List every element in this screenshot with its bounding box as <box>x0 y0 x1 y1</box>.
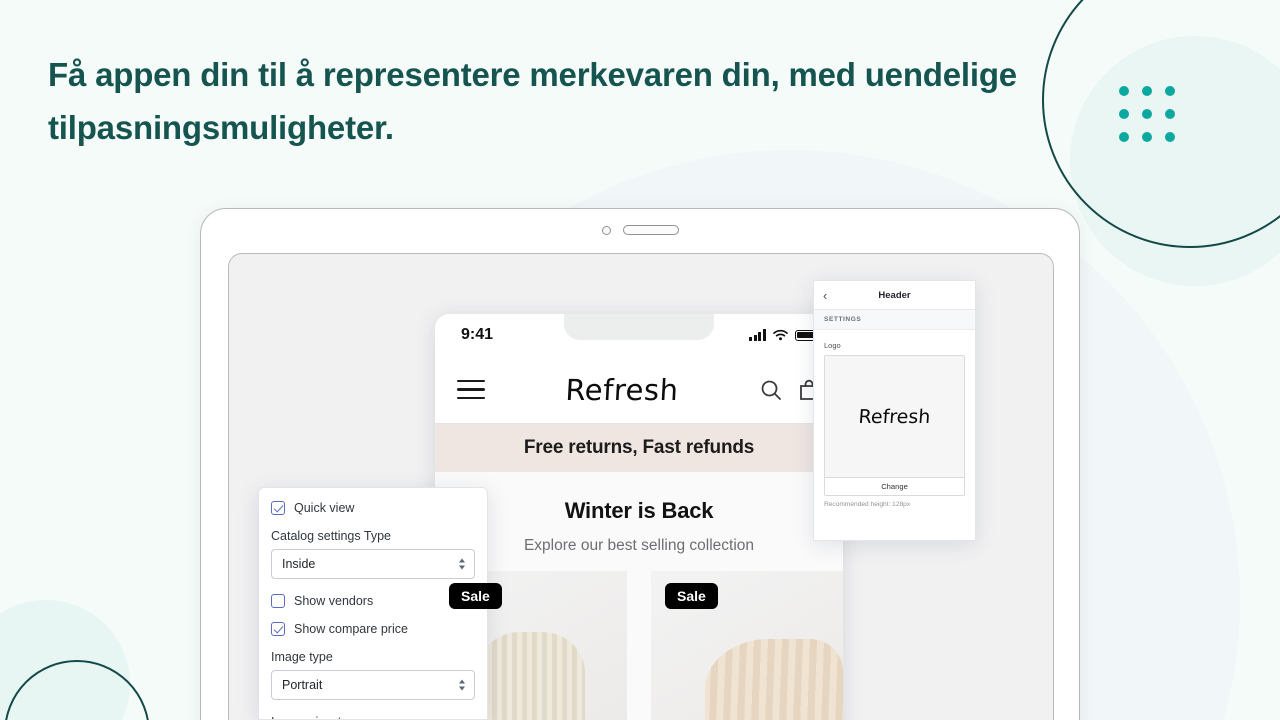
header-panel-body: Logo Refresh Change Recommended height: … <box>814 330 975 508</box>
logo-field-label: Logo <box>824 341 841 350</box>
header-icon-group <box>759 378 821 402</box>
product-grid: Sale Sale <box>435 571 843 720</box>
catalog-settings-type-value: Inside <box>282 557 316 571</box>
phone-preview: 9:41 Refresh Free returns, Fast refunds … <box>435 314 843 720</box>
hero-title: Winter is Back <box>564 498 714 523</box>
setting-row-show-compare-price[interactable]: Show compare price <box>271 622 475 636</box>
hamburger-menu-icon[interactable] <box>457 380 485 399</box>
storefront-header: Refresh <box>435 356 843 424</box>
show-vendors-label: Show vendors <box>294 594 374 608</box>
dot-grid-icon <box>1119 86 1175 142</box>
setting-row-show-vendors[interactable]: Show vendors <box>271 594 475 608</box>
change-logo-button[interactable]: Change <box>825 477 964 495</box>
store-brand-logo: Refresh <box>564 372 680 407</box>
stepper-arrows-icon[interactable] <box>459 679 465 691</box>
search-icon[interactable] <box>759 378 783 402</box>
page-headline: Få appen din til å representere merkevar… <box>48 56 1017 147</box>
stepper-arrows-icon[interactable] <box>459 558 465 570</box>
settings-section-label: SETTINGS <box>814 310 975 330</box>
image-view-type-label: Image view type <box>271 715 475 719</box>
catalog-settings-type-select[interactable]: Inside <box>271 549 475 579</box>
decorative-circle-outline-top-right <box>1042 0 1280 248</box>
signal-icon <box>749 329 766 341</box>
header-settings-panel: ‹ Header SETTINGS Logo Refresh Change Re… <box>813 280 976 541</box>
logo-height-hint: Recommended height: 128px <box>824 501 911 508</box>
sale-badge: Sale <box>449 583 502 609</box>
promo-announcement-bar: Free returns, Fast refunds <box>435 424 843 472</box>
status-icon-group <box>749 329 820 341</box>
quick-view-label: Quick view <box>294 501 355 515</box>
phone-status-bar: 9:41 <box>435 314 843 356</box>
show-vendors-checkbox[interactable] <box>271 594 285 608</box>
hero-section: Winter is Back Explore our best selling … <box>435 472 843 571</box>
decorative-circle-fill-top-right <box>1070 36 1280 286</box>
decorative-circle-outline-bottom-left <box>4 660 150 720</box>
header-panel-toolbar: ‹ Header <box>814 281 975 310</box>
show-compare-price-checkbox[interactable] <box>271 622 285 636</box>
hero-subtitle: Explore our best selling collection <box>523 537 755 554</box>
logo-preview: Refresh <box>857 405 932 428</box>
wifi-icon <box>773 329 788 341</box>
sale-badge: Sale <box>665 583 718 609</box>
camera-dot-icon <box>601 225 611 235</box>
catalog-settings-type-label: Catalog settings Type <box>271 529 391 543</box>
tablet-sensor-row <box>201 225 1079 235</box>
image-type-label: Image type <box>271 650 333 664</box>
product-card[interactable]: Sale <box>651 571 843 720</box>
image-type-select[interactable]: Portrait <box>271 670 475 700</box>
show-compare-price-label: Show compare price <box>294 622 408 636</box>
marketing-hero-screenshot: Få appen din til å representere merkevar… <box>0 0 1280 720</box>
quick-view-checkbox[interactable] <box>271 501 285 515</box>
setting-row-quick-view[interactable]: Quick view <box>271 501 475 515</box>
status-time: 9:41 <box>461 326 494 343</box>
speaker-slot-icon <box>622 225 679 235</box>
logo-upload-card: Refresh Change <box>824 355 965 496</box>
decorative-circle-fill-bottom-left <box>0 600 130 720</box>
image-type-value: Portrait <box>282 678 323 692</box>
header-panel-title: Header <box>878 289 911 301</box>
